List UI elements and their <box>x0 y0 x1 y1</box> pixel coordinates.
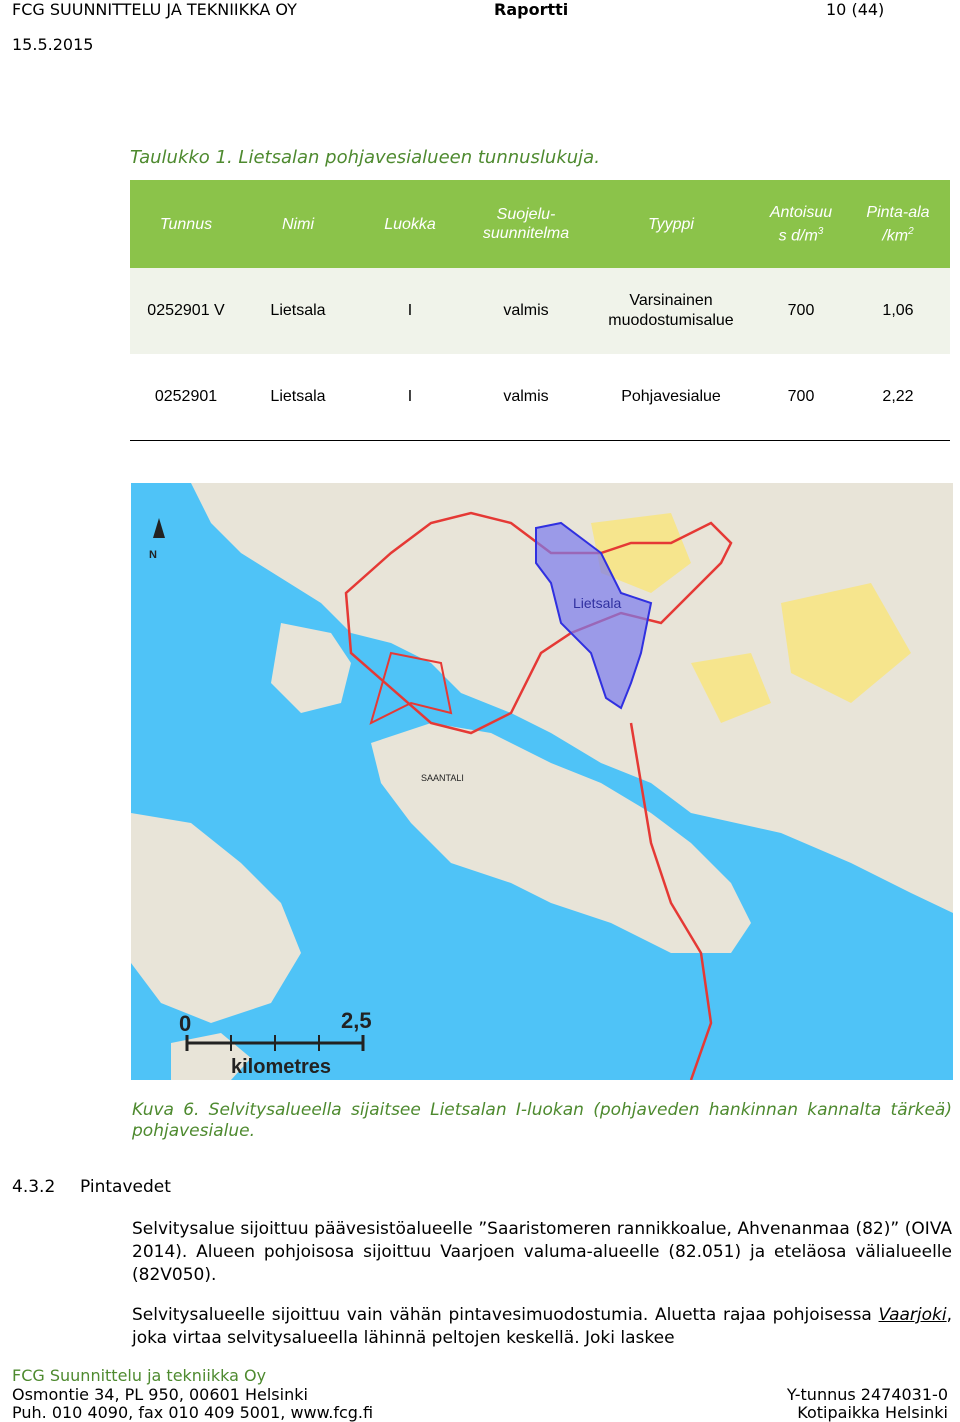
cell-pinta-ala: 2,22 <box>846 354 950 441</box>
paragraph-2: Selvitysalueelle sijoittuu vain vähän pi… <box>132 1304 952 1350</box>
col-header-pinta-ala: Pinta-ala/km2 <box>846 180 950 268</box>
table-row: 0252901 Lietsala I valmis Pohjavesialue … <box>130 354 950 441</box>
footer-ytunnus: Y-tunnus 2474031-0 <box>786 1385 948 1404</box>
col-header-antoisuus-line2: s d/m <box>778 227 818 245</box>
cell-pinta-ala: 1,06 <box>846 268 950 354</box>
table-title: Taulukko 1. Lietsalan pohjavesialueen tu… <box>130 147 600 168</box>
paragraph-2-river: Vaarjoki <box>878 1305 947 1325</box>
col-header-suojelu-line1: Suojelu- <box>496 206 556 223</box>
map-label-lietsala: Lietsala <box>573 595 621 611</box>
col-header-nimi: Nimi <box>242 180 354 268</box>
north-label: N <box>149 549 157 561</box>
col-header-tunnus: Tunnus <box>130 180 242 268</box>
col-header-tyyppi: Tyyppi <box>586 180 756 268</box>
header-company: FCG SUUNNITTELU JA TEKNIIKKA OY <box>12 0 297 19</box>
scale-end: 2,5 <box>341 1008 372 1033</box>
footer-phone: Puh. 010 4090, fax 010 409 5001, www.fcg… <box>12 1403 374 1422</box>
cell-luokka: I <box>354 268 466 354</box>
col-header-pinta-sup: 2 <box>908 225 914 237</box>
section-number: 4.3.2 <box>12 1177 56 1197</box>
col-header-suojelu: Suojelu-suunnitelma <box>466 180 586 268</box>
cell-suojelu: valmis <box>466 354 586 441</box>
cell-tunnus: 0252901 V <box>130 268 242 354</box>
col-header-antoisuus: Antoisuu s d/m3 <box>756 180 846 268</box>
header-date: 15.5.2015 <box>12 35 94 54</box>
col-header-pinta-line1: Pinta-ala <box>866 203 930 221</box>
col-header-pinta-line2: /km <box>882 227 909 245</box>
cell-tyyppi-line2: muodostumisalue <box>608 312 734 329</box>
paragraph-1: Selvitysalue sijoittuu päävesistöalueell… <box>132 1219 952 1285</box>
footer-company: FCG Suunnittelu ja tekniikka Oy <box>12 1366 267 1385</box>
header-page-number: 10 (44) <box>826 0 885 19</box>
cell-luokka: I <box>354 354 466 441</box>
cell-tyyppi-line1: Varsinainen <box>629 292 713 309</box>
cell-antoisuus: 700 <box>756 268 846 354</box>
footer-address: Osmontie 34, PL 950, 00601 Helsinki <box>12 1385 308 1404</box>
table-header-row: Tunnus Nimi Luokka Suojelu-suunnitelma T… <box>130 180 950 268</box>
cell-tunnus: 0252901 <box>130 354 242 441</box>
cell-nimi: Lietsala <box>242 354 354 441</box>
cell-suojelu: valmis <box>466 268 586 354</box>
header-doc-type: Raportti <box>494 0 569 19</box>
footer-kotipaikka: Kotipaikka Helsinki <box>797 1403 948 1422</box>
figure-caption: Kuva 6. Selvitysalueella sijaitsee Liets… <box>132 1100 952 1141</box>
cell-nimi: Lietsala <box>242 268 354 354</box>
col-header-luokka: Luokka <box>354 180 466 268</box>
scale-unit: kilometres <box>231 1056 331 1078</box>
aquifer-map: Lietsala SAANTALI N 0 2,5 kilometres <box>131 483 953 1080</box>
scale-start: 0 <box>179 1011 191 1036</box>
col-header-suojelu-line2: suunnitelma <box>482 225 570 242</box>
col-header-antoisuus-line1: Antoisuu <box>769 203 833 221</box>
cell-tyyppi: Pohjavesialue <box>586 354 756 441</box>
paragraph-2-start: Selvitysalueelle sijoittuu vain vähän pi… <box>132 1305 879 1325</box>
table-row: 0252901 V Lietsala I valmis Varsinainen m… <box>130 268 950 354</box>
cell-antoisuus: 700 <box>756 354 846 441</box>
cell-tyyppi: Varsinainen muodostumisalue <box>586 268 756 354</box>
aquifer-table: Tunnus Nimi Luokka Suojelu-suunnitelma T… <box>130 180 950 441</box>
col-header-antoisuus-sup: 3 <box>817 225 824 237</box>
map-label-place: SAANTALI <box>421 773 464 783</box>
section-title: Pintavedet <box>80 1177 171 1197</box>
